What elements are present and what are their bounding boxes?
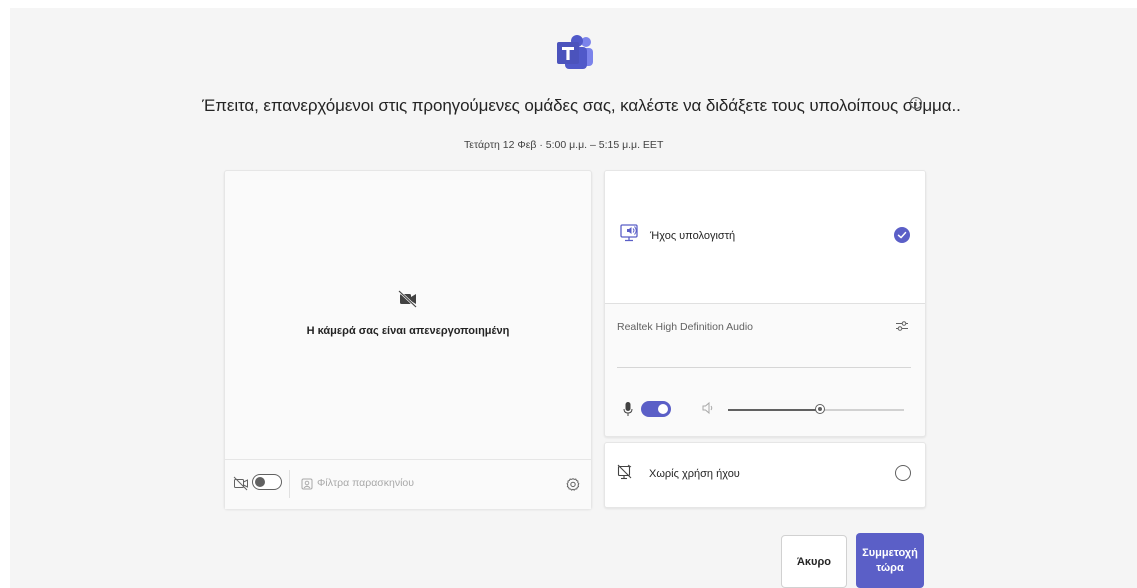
video-preview-card: Η κάμερά σας είναι απενεργοποιημένη Φίλτ… bbox=[224, 170, 592, 509]
computer-audio-selected-check[interactable] bbox=[894, 227, 910, 243]
computer-audio-option[interactable]: Ήχος υπολογιστή bbox=[605, 171, 925, 304]
audio-device-name: Realtek High Definition Audio bbox=[617, 321, 753, 333]
meeting-time: Τετάρτη 12 Φεβ · 5:00 μ.μ. – 5:15 μ.μ. E… bbox=[464, 139, 664, 151]
video-controls-bar: Φίλτρα παρασκηνίου bbox=[225, 459, 591, 509]
gear-icon[interactable] bbox=[565, 476, 581, 492]
no-audio-radio[interactable] bbox=[895, 465, 911, 481]
audio-off-icon bbox=[617, 464, 632, 480]
speaker-volume-icon bbox=[702, 401, 713, 415]
background-filters-button[interactable]: Φίλτρα παρασκηνίου bbox=[317, 477, 414, 489]
device-settings-sliders-icon[interactable] bbox=[895, 319, 909, 333]
camera-toggle-knob bbox=[255, 477, 265, 487]
computer-audio-label: Ήχος υπολογιστή bbox=[650, 230, 736, 242]
no-audio-label: Χωρίς χρήση ήχου bbox=[649, 468, 740, 480]
speaker-volume-fill bbox=[728, 409, 820, 411]
speaker-volume-thumb[interactable] bbox=[814, 404, 825, 414]
audio-options-card: Ήχος υπολογιστή Realtek High Definition … bbox=[604, 170, 926, 437]
teams-logo-icon bbox=[557, 35, 593, 69]
checkmark-icon bbox=[897, 231, 907, 239]
info-icon[interactable] bbox=[909, 96, 923, 110]
camera-off-icon bbox=[398, 290, 417, 308]
speaker-volume-slider[interactable] bbox=[728, 404, 904, 414]
prejoin-screen: Έπειτα, επανερχόμενοι στις προηγούμενες … bbox=[10, 8, 1137, 588]
microphone-toggle-knob bbox=[658, 404, 668, 414]
microphone-icon bbox=[623, 402, 633, 416]
cancel-button[interactable]: Άκυρο bbox=[781, 535, 847, 588]
meeting-title: Έπειτα, επανερχόμενοι στις προηγούμενες … bbox=[202, 96, 962, 115]
no-audio-option[interactable]: Χωρίς χρήση ήχου bbox=[604, 442, 926, 508]
divider bbox=[289, 470, 290, 498]
background-filters-icon bbox=[301, 478, 313, 490]
camera-off-small-icon bbox=[233, 476, 248, 491]
camera-off-message: Η κάμερά σας είναι απενεργοποιημένη bbox=[306, 325, 510, 337]
camera-toggle[interactable] bbox=[252, 474, 282, 490]
computer-speaker-icon bbox=[620, 224, 638, 242]
microphone-toggle[interactable] bbox=[641, 401, 671, 417]
join-now-button[interactable]: Συμμετοχή τώρα bbox=[856, 533, 924, 588]
divider bbox=[617, 367, 911, 368]
video-preview-area: Η κάμερά σας είναι απενεργοποιημένη bbox=[225, 171, 591, 459]
